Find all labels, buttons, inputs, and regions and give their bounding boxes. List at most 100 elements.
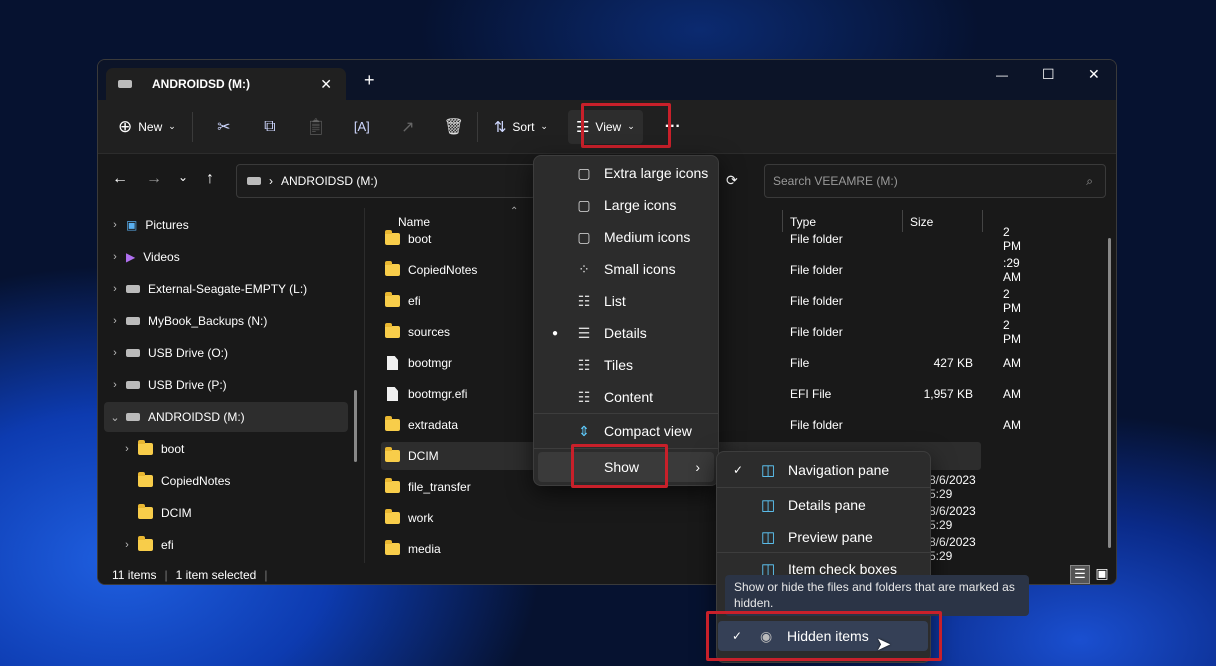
sort-button[interactable]: ⇅ Sort ⌄ [486, 110, 556, 144]
new-label: New [138, 119, 163, 134]
plus-circle-icon: ⊕ [118, 116, 133, 136]
medium-icons-icon: ▢ [577, 228, 591, 245]
up-button[interactable]: ↑ [206, 170, 214, 188]
minimize-button[interactable]: — [996, 68, 1008, 82]
file-name: DCIM [408, 449, 439, 463]
share-icon[interactable]: ↗ [393, 117, 423, 137]
selection-count: 1 item selected [175, 567, 257, 582]
menu-separator [717, 552, 930, 553]
sidebar-item[interactable]: CopiedNotes [104, 466, 348, 496]
sidebar-scrollbar[interactable] [354, 390, 357, 462]
title-bar: ANDROIDSD (M:) ✕ + — ☐ ✕ [98, 60, 1116, 100]
sidebar-item[interactable]: › External-Seagate-EMPTY (L:) [104, 274, 348, 304]
menu-separator [717, 487, 930, 488]
view-option-label: Tiles [604, 357, 634, 373]
file-date: AM [1003, 387, 1021, 401]
sidebar-item[interactable]: › ▶ Videos [104, 242, 348, 272]
expand-chevron-icon[interactable]: › [104, 315, 126, 327]
pane-icon: ◫ [761, 497, 776, 514]
file-list-scrollbar[interactable] [1108, 238, 1111, 548]
expand-chevron-icon[interactable]: ⌄ [104, 411, 126, 424]
file-date: 2 PM [1003, 287, 1021, 315]
menu-item-view-option[interactable]: ☷ Tiles [538, 350, 714, 380]
menu-item-view-option[interactable]: ☷ List [538, 286, 714, 316]
file-date: 8/6/2023 5:29 [929, 535, 976, 563]
view-option-label: Extra large icons [604, 165, 709, 181]
sidebar-item[interactable]: › efi [104, 530, 348, 560]
details-view-toggle-icon[interactable]: ☰ [1070, 565, 1090, 584]
menu-item-view-option[interactable]: ▢ Medium icons [538, 222, 714, 252]
tab-androidsd[interactable]: ANDROIDSD (M:) ✕ [106, 68, 346, 100]
highlight-show-item [571, 444, 668, 488]
file-size: 1,957 KB [923, 387, 973, 401]
menu-item-show-option[interactable]: ◫ Preview pane [721, 522, 926, 552]
maximize-button[interactable]: ☐ [1042, 66, 1055, 83]
menu-item-view-option[interactable]: ▢ Extra large icons [538, 158, 714, 188]
mouse-cursor-icon: ➤ [876, 634, 892, 654]
show-option-label: Preview pane [788, 529, 873, 545]
sidebar-item[interactable]: DCIM [104, 498, 348, 528]
copy-icon[interactable]: ⧉ [255, 118, 285, 136]
sidebar-item[interactable]: › MyBook_Backups (N:) [104, 306, 348, 336]
menu-separator [534, 413, 718, 414]
menu-item-view-option[interactable]: ⁘ Small icons [538, 254, 714, 284]
address-bar[interactable]: › ANDROIDSD (M:) [236, 164, 536, 198]
paste-icon[interactable]: 📋︎ [301, 117, 331, 137]
hidden-items-tooltip: Show or hide the files and folders that … [725, 575, 1029, 616]
rename-icon[interactable]: [A] [347, 119, 377, 134]
menu-item-compact-view[interactable]: ⇕ Compact view [538, 416, 714, 446]
sort-label: Sort [512, 119, 535, 134]
expand-chevron-icon[interactable]: › [104, 379, 126, 391]
sidebar-item-label: DCIM [161, 506, 192, 520]
menu-item-show-option[interactable]: ✓ ◫ Navigation pane [721, 455, 926, 485]
expand-chevron-icon[interactable]: › [116, 539, 138, 551]
file-name: work [408, 511, 434, 525]
expand-chevron-icon[interactable]: › [104, 219, 126, 231]
delete-icon[interactable]: 🗑︎ [439, 117, 469, 137]
close-tab-icon[interactable]: ✕ [320, 76, 332, 93]
pane-icon: ◫ [761, 462, 776, 479]
menu-item-view-option[interactable]: ● ☰ Details [538, 318, 714, 348]
check-icon: ✓ [733, 463, 744, 477]
expand-chevron-icon[interactable]: › [104, 283, 126, 295]
large-icons-view-toggle-icon[interactable]: ▣ [1093, 565, 1111, 584]
folder-icon [385, 478, 400, 493]
new-button[interactable]: ⊕ New ⌄ [110, 110, 184, 144]
sort-ascending-icon: ⌃ [510, 206, 519, 217]
show-option-label: Navigation pane [788, 462, 890, 478]
sidebar-item[interactable]: › USB Drive (P:) [104, 370, 348, 400]
sidebar-item[interactable]: ⌄ ANDROIDSD (M:) [104, 402, 348, 432]
menu-item-view-option[interactable]: ☷ Content [538, 382, 714, 412]
expand-chevron-icon[interactable]: › [116, 443, 138, 455]
drive-icon [247, 177, 261, 185]
menu-item-show-option[interactable]: ◫ Details pane [721, 490, 926, 520]
menu-item-view-option[interactable]: ▢ Large icons [538, 190, 714, 220]
folder-icon [385, 292, 400, 307]
sidebar-item[interactable]: › boot [104, 434, 348, 464]
sidebar-item-label: Pictures [145, 218, 189, 232]
forward-button[interactable]: → [146, 170, 162, 188]
expand-chevron-icon[interactable]: › [104, 251, 126, 263]
item-count: 11 items [112, 567, 157, 582]
recent-locations-button[interactable]: ⌄ [178, 170, 188, 184]
sidebar-item-label: efi [161, 538, 174, 552]
cut-icon[interactable]: ✂ [209, 117, 239, 137]
file-date: 8/6/2023 5:29 [929, 473, 976, 501]
search-icon: ⌕ [1086, 173, 1093, 188]
file-date: 2 PM [1003, 318, 1021, 346]
file-type: File folder [790, 418, 843, 432]
file-icon [387, 387, 398, 401]
sidebar-item[interactable]: › ▣ Pictures [104, 210, 348, 240]
file-name: efi [408, 294, 421, 308]
file-date: :29 AM [1003, 256, 1021, 284]
extra-large-icons-icon: ▢ [577, 164, 591, 181]
search-input[interactable]: Search VEEAMRE (M:) ⌕ [764, 164, 1106, 198]
new-tab-button[interactable]: + [364, 70, 375, 91]
file-name: bootmgr [408, 356, 453, 370]
close-button[interactable]: ✕ [1088, 66, 1100, 83]
back-button[interactable]: ← [112, 170, 128, 188]
sidebar-item[interactable]: › USB Drive (O:) [104, 338, 348, 368]
expand-chevron-icon[interactable]: › [104, 347, 126, 359]
refresh-button[interactable]: ⟳ [726, 172, 738, 189]
folder-icon [385, 261, 400, 276]
